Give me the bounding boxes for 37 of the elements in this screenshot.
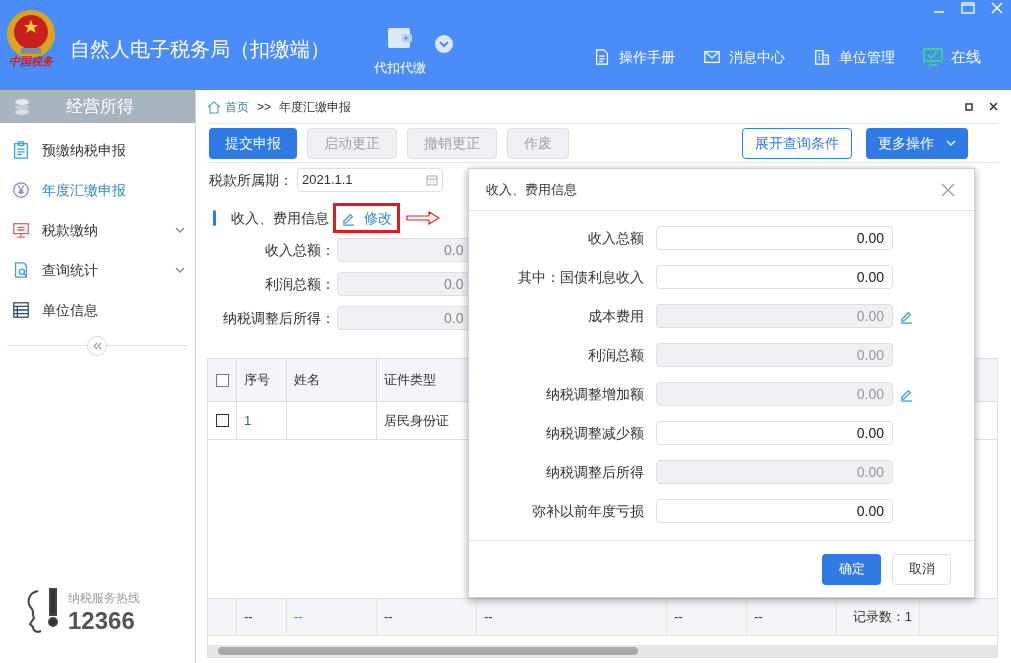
field-label: 纳税调整增加额 xyxy=(545,384,644,404)
field-label: 纳税调整后所得： xyxy=(222,308,336,328)
section-title: 收入、费用信息 xyxy=(231,208,329,228)
field-label: 利润总额： xyxy=(264,274,336,294)
field-label: 纳税调整减少额 xyxy=(545,423,644,443)
amount-field: 0.00 xyxy=(656,460,893,484)
amount-field: 0.00 xyxy=(656,382,893,406)
column-header: 序号 xyxy=(237,359,287,401)
logo-text: 中国税务 xyxy=(9,56,53,67)
breadcrumb-current: 年度汇缴申报 xyxy=(279,98,351,116)
breadcrumb-separator: >> xyxy=(257,98,271,116)
column-header: 姓名 xyxy=(287,359,377,401)
footer-cell-text: -- xyxy=(754,608,763,627)
footer-cell-text: 记录数：1 xyxy=(852,608,912,627)
hotline-label: 纳税服务热线 xyxy=(68,590,140,606)
field-label: 利润总额 xyxy=(587,345,644,365)
dialog-title: 收入、费用信息 xyxy=(486,180,577,199)
status-indicator: 在线 xyxy=(923,46,981,69)
period-label: 税款所属期： xyxy=(209,170,293,190)
hotline-number: 12366 xyxy=(68,605,136,636)
table-cell-text: 居民身份证 xyxy=(384,411,449,430)
field-label: 弥补以前年度亏损 xyxy=(531,501,644,521)
app-title: 自然人电子税务局（扣缴端） xyxy=(70,37,330,62)
footer-cell-text: -- xyxy=(294,608,303,627)
footer-cell-text: -- xyxy=(244,608,253,627)
table-cell-text: 1 xyxy=(244,411,252,430)
amount-field: 0.00 xyxy=(656,304,893,328)
field-label: 收入总额 xyxy=(587,228,644,248)
footer-cell-text: -- xyxy=(384,608,393,627)
footer-cell-text: -- xyxy=(484,608,493,627)
field-label: 其中：国债利息收入 xyxy=(517,267,644,287)
sidebar-title: 经营所得 xyxy=(66,95,134,118)
field-label: 成本费用 xyxy=(587,306,644,326)
footer-cell-text: -- xyxy=(674,608,683,627)
field-label: 纳税调整后所得 xyxy=(545,462,644,482)
field-label: 收入总额： xyxy=(264,240,336,260)
amount-field: 0.00 xyxy=(656,343,893,367)
